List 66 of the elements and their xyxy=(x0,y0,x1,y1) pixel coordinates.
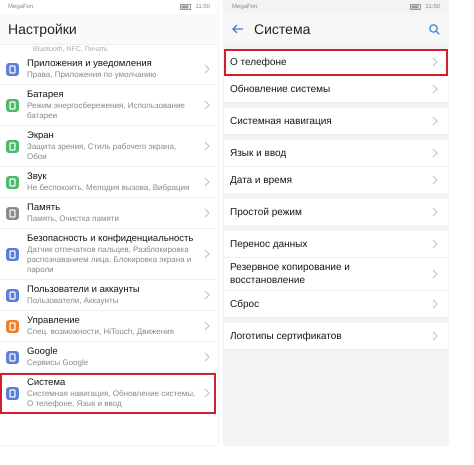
item-subtitle: Память, Очистка памяти xyxy=(27,214,120,224)
item-title: Google xyxy=(27,346,59,357)
item-subtitle: Сервисы Google xyxy=(27,358,90,368)
settings-item[interactable]: Пользователи и аккаунты Пользователи, Аккаунты xyxy=(0,280,216,311)
chevron-icon xyxy=(204,321,210,331)
settings-item[interactable]: Логотипы сертификатов xyxy=(224,323,448,350)
item-subtitle: Права, Приложения по умолчанию xyxy=(27,70,158,80)
settings-item[interactable]: Звук Не беспокоить, Мелодия вызова, Вибрация xyxy=(0,167,216,198)
chevron-icon xyxy=(432,148,438,158)
settings-item[interactable]: Системная навигация xyxy=(224,108,448,135)
settings-item[interactable]: Резервное копирование и восстановление xyxy=(224,258,448,291)
chevron-icon xyxy=(432,175,438,185)
settings-item[interactable]: Приложения и уведомления Права, Приложения по умолчанию xyxy=(0,54,216,85)
chevron-icon xyxy=(432,57,438,67)
chevron-icon xyxy=(432,116,438,126)
chevron-icon xyxy=(204,141,210,151)
settings-item[interactable]: Управление Спец. возможности, HiTouch, Движения xyxy=(0,311,216,342)
chevron-icon xyxy=(204,177,210,187)
screen-title: Система xyxy=(254,21,310,37)
settings-item[interactable]: О телефоне xyxy=(224,49,448,76)
chevron-icon xyxy=(432,84,438,94)
item-title: Система xyxy=(27,377,66,388)
chevron-icon xyxy=(432,299,438,309)
settings-item[interactable]: Google Сервисы Google xyxy=(0,342,216,373)
settings-item[interactable]: Обновление системы xyxy=(224,76,448,103)
item-subtitle: Пользователи, Аккаунты xyxy=(27,296,120,306)
chevron-icon xyxy=(432,207,438,217)
settings-item[interactable]: Сброс xyxy=(224,291,448,318)
item-title: Память xyxy=(27,202,62,213)
item-subtitle: Не беспокоить, Мелодия вызова, Вибрация xyxy=(27,183,190,193)
chevron-icon xyxy=(204,290,210,300)
chevron-icon xyxy=(432,269,438,279)
item-title: Экран xyxy=(27,130,55,141)
chevron-icon xyxy=(204,64,210,74)
chevron-icon xyxy=(204,388,210,398)
settings-item[interactable]: Дата и время xyxy=(224,167,448,194)
chevron-icon xyxy=(204,208,210,218)
item-subtitle: Режим энергосбережения, Использование батареи xyxy=(27,101,186,121)
item-title: Безопасность и конфиденциальность xyxy=(27,233,194,244)
chevron-icon xyxy=(432,331,438,341)
item-subtitle: Спец. возможности, HiTouch, Движения xyxy=(27,327,175,337)
item-title: Звук xyxy=(27,171,48,182)
settings-item[interactable]: Батарея Режим энергосбережения, Использование батареи xyxy=(0,85,216,126)
settings-item[interactable]: Безопасность и конфиденциальность Датчик отпечатков пальцев, Разблокировка распознаванием лица, Блокировка экрана и пароли xyxy=(0,229,216,280)
settings-item[interactable]: Система Системная навигация, Обновление системы, О телефоне, Язык и ввод xyxy=(0,373,216,414)
item-title: Пользователи и аккаунты xyxy=(27,284,141,295)
settings-item[interactable]: Язык и ввод xyxy=(224,140,448,167)
settings-item[interactable]: Перенос данных xyxy=(224,231,448,258)
chevron-icon xyxy=(204,352,210,362)
screen-title: Настройки xyxy=(0,14,218,45)
chevron-icon xyxy=(204,100,210,110)
settings-item[interactable]: Память Память, Очистка памяти xyxy=(0,198,216,229)
item-title: Приложения и уведомления xyxy=(27,58,153,69)
item-subtitle: Системная навигация, Обновление системы, О телефоне, Язык и ввод xyxy=(27,389,196,409)
battery-icon xyxy=(410,4,422,10)
settings-item[interactable]: Простой режим xyxy=(224,199,448,226)
item-subtitle: Защита зрения, Стиль рабочего экрана, Обои xyxy=(27,142,178,162)
back-arrow-icon[interactable] xyxy=(232,24,244,34)
item-title: Батарея xyxy=(27,89,65,100)
chevron-icon xyxy=(204,249,210,259)
item-subtitle: Датчик отпечатков пальцев, Разблокировка распознаванием лица, Блокировка экрана и пароли xyxy=(27,245,192,275)
battery-icon xyxy=(180,4,192,10)
search-icon[interactable] xyxy=(429,24,440,34)
settings-item[interactable]: Экран Защита зрения, Стиль рабочего экрана, Обои xyxy=(0,126,216,167)
item-title: Управление xyxy=(27,315,81,326)
chevron-icon xyxy=(432,239,438,249)
